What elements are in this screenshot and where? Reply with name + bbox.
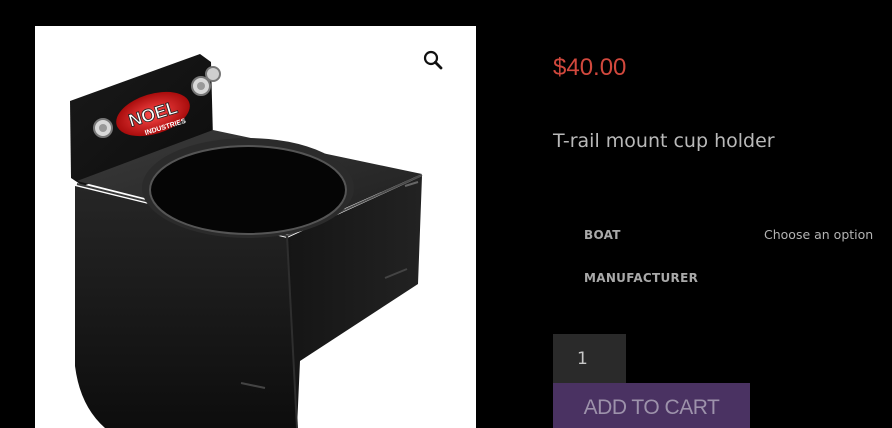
quantity-input[interactable]: 1 [553, 334, 626, 384]
cup-holder-illustration: NOEL INDUSTRIES [70, 54, 423, 428]
variation-row-manufacturer: MANUFACTURER [584, 267, 884, 310]
add-to-cart-button[interactable]: ADD TO CART [553, 383, 750, 428]
product-title: T-rail mount cup holder [553, 130, 775, 152]
variation-label: BOAT [584, 228, 621, 242]
product-page: NOEL INDUSTRIES $40.00 T-rail mount cup … [0, 0, 892, 428]
variation-label: MANUFACTURER [584, 271, 699, 285]
magnifier-icon [423, 50, 443, 70]
variations-table: BOAT Choose an option MANUFACTURER [584, 224, 884, 310]
product-price: $40.00 [553, 54, 627, 81]
boat-select[interactable]: Choose an option [764, 227, 873, 242]
product-image[interactable]: NOEL INDUSTRIES [35, 26, 476, 428]
zoom-button[interactable] [423, 50, 451, 78]
variation-row-boat: BOAT Choose an option [584, 224, 884, 267]
